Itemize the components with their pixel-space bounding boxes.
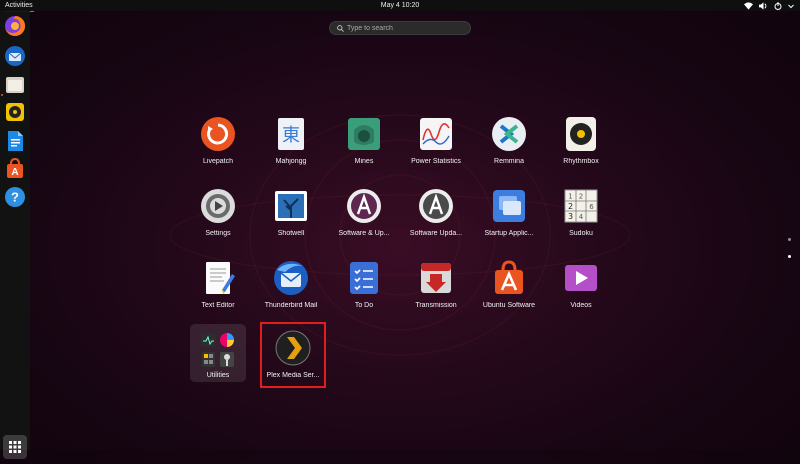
folder-utilities[interactable]: Utilities (190, 324, 246, 382)
page-indicator-1[interactable] (788, 238, 791, 241)
app-thunderbird-mail[interactable]: Thunderbird Mail (253, 260, 329, 322)
dock-ubuntu-software[interactable]: A (4, 158, 26, 180)
livepatch-icon (200, 116, 236, 152)
thunderbird-icon (5, 46, 25, 66)
dock-help[interactable]: ? (4, 186, 26, 208)
svg-text:1: 1 (568, 193, 572, 201)
app-label: Rhythmbox (563, 158, 599, 165)
app-mahjongg[interactable]: 東 Mahjongg (253, 116, 329, 178)
app-label: Text Editor (201, 302, 235, 309)
app-label: Mines (354, 158, 374, 165)
videos-icon (563, 260, 599, 296)
to-do-icon (346, 260, 382, 296)
rhythmbox-icon (6, 103, 24, 121)
sudoku-icon: 1 2 2 6 3 4 (563, 188, 599, 224)
power-statistics-icon (418, 116, 454, 152)
app-label: Software Upda... (409, 230, 463, 237)
app-label: Shotwell (277, 230, 305, 237)
app-mines[interactable]: Mines (326, 116, 402, 178)
mahjongg-icon: 東 (273, 116, 309, 152)
dock: A ? (0, 11, 30, 459)
app-videos[interactable]: Videos (543, 260, 619, 322)
app-label: Ubuntu Software (482, 302, 536, 309)
app-label: Plex Media Ser... (266, 372, 320, 379)
svg-text:2: 2 (568, 202, 573, 211)
writer-icon (8, 131, 23, 151)
software-updates-icon (346, 188, 382, 224)
app-label: Power Statistics (411, 158, 461, 165)
app-rhythmbox[interactable]: Rhythmbox (543, 116, 619, 178)
text-editor-icon (200, 260, 236, 296)
startup-applications-icon (491, 188, 527, 224)
app-label: Sudoku (569, 230, 593, 237)
app-label: Thunderbird Mail (264, 302, 318, 309)
software-updater-icon (418, 188, 454, 224)
app-label: Livepatch (203, 158, 233, 165)
show-applications-button[interactable] (3, 435, 27, 459)
clock[interactable]: May 4 10:20 (0, 0, 800, 11)
search-input[interactable] (347, 22, 465, 34)
svg-text:2: 2 (579, 193, 583, 201)
app-label: Remmina (494, 158, 524, 165)
app-plex-media-server[interactable]: Plex Media Ser... (255, 330, 331, 392)
files-icon (6, 77, 24, 93)
app-shotwell[interactable]: Shotwell (253, 188, 329, 250)
app-text-editor[interactable]: Text Editor (180, 260, 256, 322)
dock-rhythmbox[interactable] (4, 101, 26, 123)
chevron-down-icon (788, 4, 794, 8)
app-label: Transmission (415, 302, 457, 309)
app-label: Videos (570, 302, 592, 309)
dock-firefox[interactable] (4, 15, 26, 37)
app-livepatch[interactable]: Livepatch (180, 116, 256, 178)
svg-text:4: 4 (579, 213, 584, 221)
svg-text:3: 3 (568, 212, 573, 221)
app-sudoku[interactable]: 1 2 2 6 3 4 Sudoku (543, 188, 619, 250)
app-power-statistics[interactable]: Power Statistics (398, 116, 474, 178)
app-label: To Do (354, 302, 374, 309)
utilities-folder-icon (201, 333, 234, 367)
app-label: Startup Applic... (484, 230, 534, 237)
app-transmission[interactable]: Transmission (398, 260, 474, 322)
search-icon (337, 25, 344, 32)
running-indicator (1, 94, 3, 96)
svg-text:?: ? (11, 190, 19, 205)
grid-icon (9, 441, 21, 453)
system-tray[interactable] (744, 1, 794, 10)
software-bag-icon: A (7, 158, 23, 178)
help-icon: ? (5, 187, 25, 207)
transmission-icon (418, 260, 454, 296)
firefox-icon (5, 15, 26, 36)
volume-icon (759, 1, 767, 10)
network-icon (744, 1, 753, 10)
svg-text:A: A (11, 167, 18, 178)
dock-thunderbird[interactable] (4, 45, 26, 67)
dock-writer[interactable] (4, 130, 26, 152)
mines-icon (346, 116, 382, 152)
app-software-updater[interactable]: Software Upda... (398, 188, 474, 250)
app-settings[interactable]: Settings (180, 188, 256, 250)
gear-icon (200, 188, 236, 224)
rhythmbox-icon (563, 116, 599, 152)
plex-icon (275, 330, 311, 366)
top-bar: Activities May 4 10:20 (0, 0, 800, 12)
app-label: Utilities (206, 372, 230, 379)
app-label: Software & Up... (338, 230, 390, 237)
app-label: Settings (205, 230, 231, 237)
page-indicator-2[interactable] (788, 255, 791, 258)
svg-text:6: 6 (589, 203, 594, 211)
remmina-icon (491, 116, 527, 152)
app-to-do[interactable]: To Do (326, 260, 402, 322)
search-box[interactable] (329, 21, 471, 35)
thunderbird-icon (273, 260, 309, 296)
dock-files[interactable] (4, 74, 26, 96)
app-ubuntu-software[interactable]: Ubuntu Software (471, 260, 547, 322)
app-label: Mahjongg (275, 158, 307, 165)
shotwell-icon (273, 188, 309, 224)
app-software-and-updates[interactable]: Software & Up... (326, 188, 402, 250)
svg-text:東: 東 (282, 125, 300, 146)
software-bag-icon (491, 260, 527, 296)
power-icon (774, 1, 782, 10)
app-remmina[interactable]: Remmina (471, 116, 547, 178)
app-startup-applications[interactable]: Startup Applic... (471, 188, 547, 250)
